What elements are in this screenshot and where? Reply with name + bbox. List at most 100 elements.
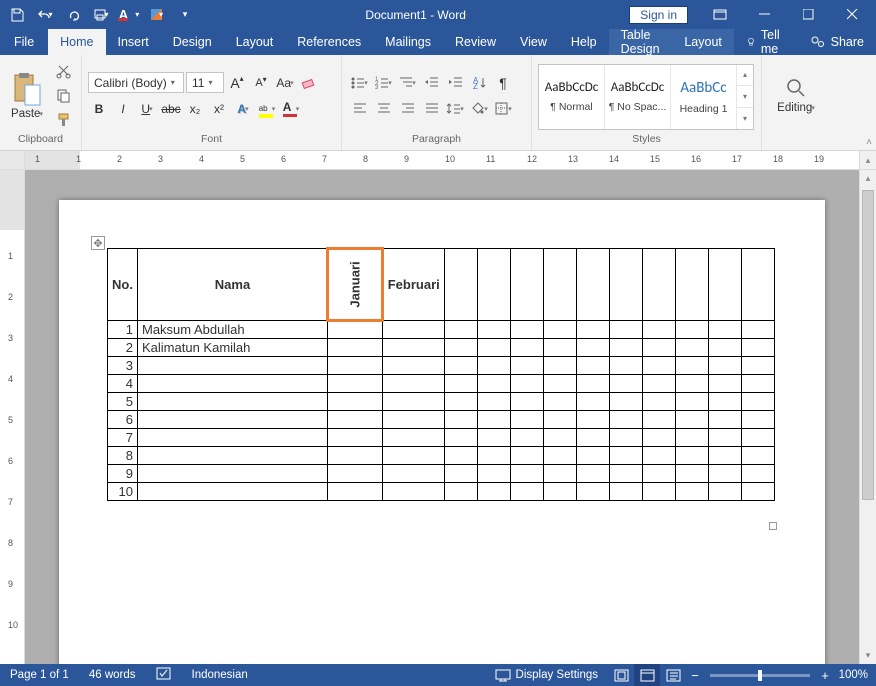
- cell[interactable]: [383, 465, 445, 483]
- tab-help[interactable]: Help: [559, 29, 609, 55]
- tab-table-layout[interactable]: Layout: [672, 29, 734, 55]
- table-header-januari[interactable]: Januari: [328, 249, 383, 321]
- cell[interactable]: [742, 375, 775, 393]
- cell-nama[interactable]: [138, 393, 328, 411]
- cell[interactable]: [383, 339, 445, 357]
- cell[interactable]: [445, 375, 478, 393]
- table-resize-handle[interactable]: [769, 522, 777, 530]
- cell[interactable]: [478, 411, 511, 429]
- cell[interactable]: [709, 375, 742, 393]
- cell[interactable]: [742, 429, 775, 447]
- text-effects-button[interactable]: A▾: [232, 98, 254, 120]
- cell[interactable]: [478, 483, 511, 501]
- cell-nama[interactable]: [138, 447, 328, 465]
- cell-nama[interactable]: [138, 429, 328, 447]
- cell-no[interactable]: 2: [108, 339, 138, 357]
- cell[interactable]: [478, 357, 511, 375]
- chevron-down-icon[interactable]: ▾: [508, 105, 512, 113]
- view-focus-button[interactable]: [608, 664, 634, 686]
- zoom-in-button[interactable]: +: [816, 668, 834, 683]
- highlight-button[interactable]: ab▾: [256, 98, 278, 120]
- style-no-spacing[interactable]: AaBbCcDc¶ No Spac...: [605, 65, 671, 129]
- share-button[interactable]: Share: [798, 29, 876, 55]
- cell[interactable]: [383, 357, 445, 375]
- tab-table-design[interactable]: Table Design: [609, 29, 673, 55]
- styles-gallery[interactable]: AaBbCcDc¶ Normal AaBbCcDc¶ No Spac... Aa…: [538, 64, 754, 130]
- cell[interactable]: [478, 375, 511, 393]
- cell-no[interactable]: 1: [108, 321, 138, 339]
- cell[interactable]: [577, 483, 610, 501]
- font-family-combo[interactable]: Calibri (Body)▾: [88, 72, 184, 93]
- cell-no[interactable]: 8: [108, 447, 138, 465]
- chevron-down-icon[interactable]: ▾: [245, 105, 249, 113]
- table-row[interactable]: 7: [108, 429, 775, 447]
- chevron-down-icon[interactable]: ▾: [290, 79, 294, 87]
- cell[interactable]: [742, 411, 775, 429]
- cell[interactable]: [742, 321, 775, 339]
- cell[interactable]: [709, 357, 742, 375]
- subscript-button[interactable]: x₂: [184, 98, 206, 120]
- cell[interactable]: [511, 411, 544, 429]
- cell[interactable]: [445, 393, 478, 411]
- table-row[interactable]: 5: [108, 393, 775, 411]
- bold-button[interactable]: B: [88, 98, 110, 120]
- cell[interactable]: [544, 339, 577, 357]
- cell[interactable]: [709, 447, 742, 465]
- cell[interactable]: [328, 321, 383, 339]
- cell[interactable]: [676, 375, 709, 393]
- line-spacing-button[interactable]: ▾: [444, 98, 466, 120]
- cell[interactable]: [511, 393, 544, 411]
- copy-button[interactable]: [52, 85, 74, 107]
- view-web-layout-button[interactable]: [660, 664, 686, 686]
- cell[interactable]: [383, 483, 445, 501]
- cell[interactable]: [445, 339, 478, 357]
- cell[interactable]: [643, 483, 676, 501]
- cell[interactable]: [577, 429, 610, 447]
- cell[interactable]: [643, 339, 676, 357]
- bullets-button[interactable]: ▾: [348, 72, 370, 94]
- cell[interactable]: [511, 375, 544, 393]
- chevron-down-icon[interactable]: ▾: [159, 11, 163, 19]
- document-canvas[interactable]: ✥ No.NamaJanuariFebruari1Maksum Abdullah…: [25, 170, 859, 664]
- cell[interactable]: [676, 393, 709, 411]
- cell[interactable]: [676, 483, 709, 501]
- editing-button[interactable]: Editing ▾: [768, 77, 824, 114]
- cell[interactable]: [742, 357, 775, 375]
- cell[interactable]: [643, 411, 676, 429]
- cell[interactable]: [610, 321, 643, 339]
- cell[interactable]: [511, 339, 544, 357]
- redo-icon[interactable]: [60, 3, 86, 27]
- scroll-up-button[interactable]: ▴: [860, 170, 876, 187]
- zoom-out-button[interactable]: −: [686, 668, 704, 683]
- table-header-cell[interactable]: [478, 249, 511, 321]
- spell-check-icon[interactable]: [146, 667, 182, 684]
- cell[interactable]: [577, 393, 610, 411]
- quick-print-icon[interactable]: ▾: [88, 3, 114, 27]
- decrease-indent-button[interactable]: [420, 72, 442, 94]
- cell[interactable]: [610, 447, 643, 465]
- table-header-cell[interactable]: [643, 249, 676, 321]
- cell[interactable]: [544, 393, 577, 411]
- cell[interactable]: [676, 321, 709, 339]
- table-header-cell[interactable]: [742, 249, 775, 321]
- chevron-down-icon[interactable]: ▾: [208, 78, 212, 87]
- table-row[interactable]: 6: [108, 411, 775, 429]
- cell-nama[interactable]: [138, 483, 328, 501]
- scroll-up-icon[interactable]: ▴: [859, 151, 876, 169]
- cell[interactable]: [742, 339, 775, 357]
- table-header-cell[interactable]: [445, 249, 478, 321]
- table-header-cell[interactable]: [676, 249, 709, 321]
- cell[interactable]: [643, 465, 676, 483]
- cell[interactable]: [676, 465, 709, 483]
- cell[interactable]: [511, 483, 544, 501]
- cell[interactable]: [577, 339, 610, 357]
- cell[interactable]: [577, 447, 610, 465]
- cell-no[interactable]: 10: [108, 483, 138, 501]
- cell[interactable]: [643, 429, 676, 447]
- cell[interactable]: [643, 447, 676, 465]
- cell[interactable]: [478, 393, 511, 411]
- cell[interactable]: [511, 447, 544, 465]
- cell[interactable]: [676, 429, 709, 447]
- cell[interactable]: [610, 411, 643, 429]
- cell[interactable]: [383, 393, 445, 411]
